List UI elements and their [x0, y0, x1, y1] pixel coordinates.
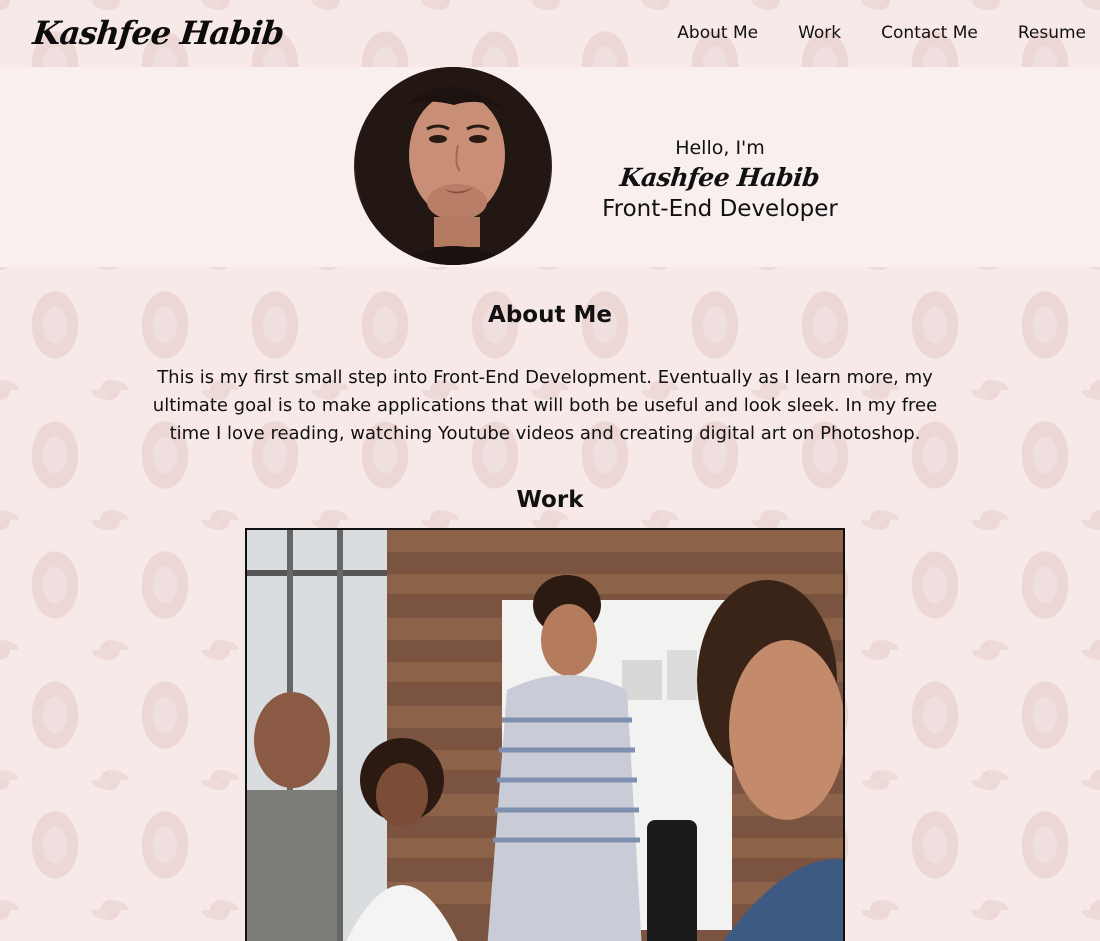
hero-greeting: Hello, I'm: [675, 137, 765, 159]
nav-link-contact[interactable]: Contact Me: [881, 23, 978, 43]
nav-link-work[interactable]: Work: [798, 23, 841, 43]
hero-section: Hello, I'm Kashfee Habib Front-End Devel…: [0, 67, 1100, 267]
work-heading: Work: [516, 487, 584, 513]
profile-photo: [354, 67, 552, 265]
about-heading: About Me: [488, 302, 612, 328]
top-nav: Kashfee Habib About Me Work Contact Me R…: [0, 0, 1100, 67]
nav-links: About Me Work Contact Me Resume: [637, 23, 1086, 43]
about-paragraph: This is my first small step into Front-E…: [152, 367, 938, 444]
site-logo[interactable]: Kashfee Habib: [31, 14, 285, 52]
hero-name: Kashfee Habib: [618, 163, 822, 192]
nav-link-resume[interactable]: Resume: [1018, 23, 1086, 43]
work-team-photo-illustration: [247, 530, 843, 941]
hero-intro: Hello, I'm Kashfee Habib Front-End Devel…: [560, 137, 880, 222]
work-project-image[interactable]: [245, 528, 845, 941]
nav-link-about[interactable]: About Me: [677, 23, 758, 43]
hero-role: Front-End Developer: [602, 196, 838, 222]
profile-photo-illustration: [354, 67, 552, 265]
